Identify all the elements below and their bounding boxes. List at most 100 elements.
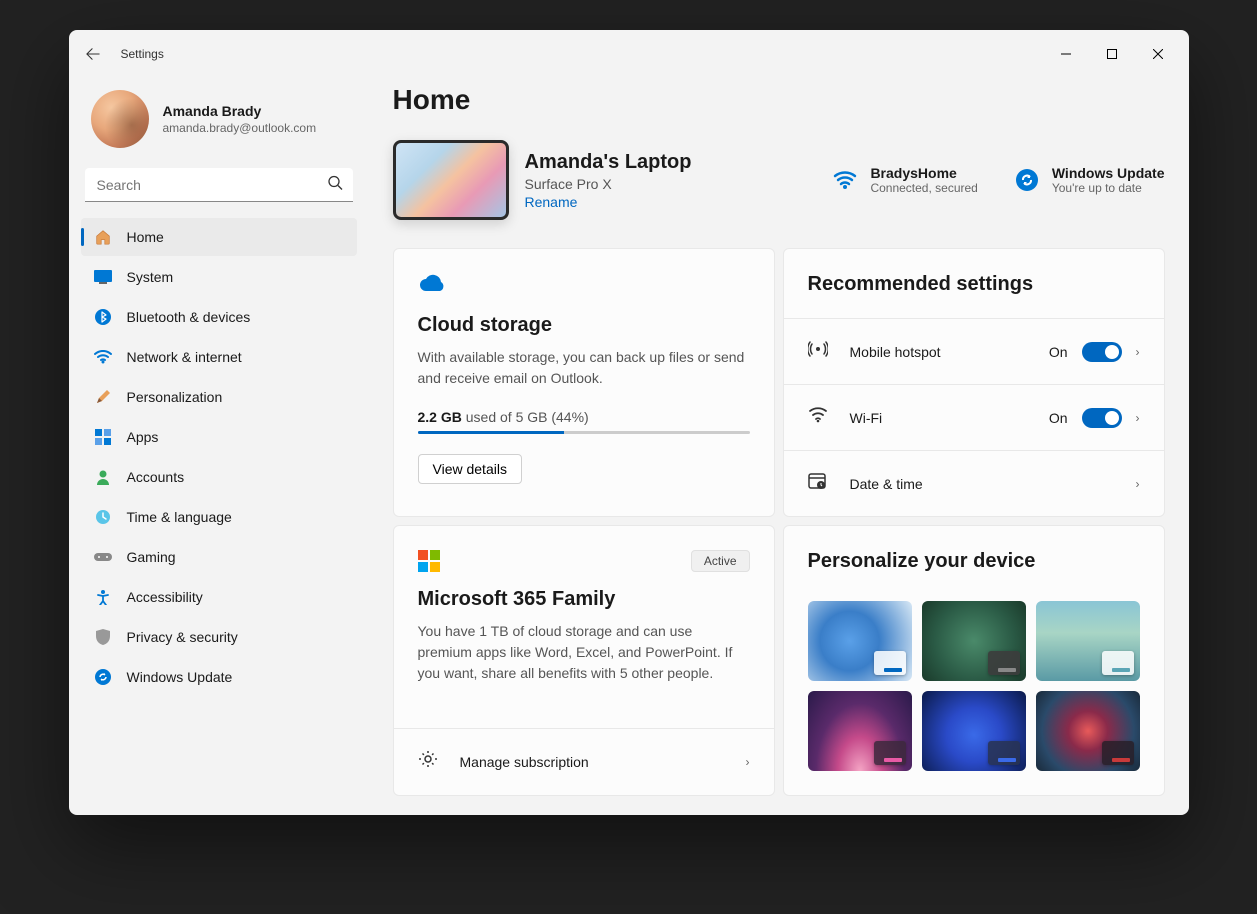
- nav-label: Gaming: [127, 549, 176, 565]
- nav-label: Accessibility: [127, 589, 203, 605]
- wifi-row[interactable]: Wi-Fi On ›: [784, 384, 1164, 450]
- accessibility-icon: [93, 587, 113, 607]
- cloud-usage: 2.2 GB used of 5 GB (44%): [418, 409, 750, 425]
- nav-privacy[interactable]: Privacy & security: [81, 618, 357, 656]
- hotspot-icon: [808, 340, 830, 363]
- chevron-right-icon: ›: [746, 755, 750, 769]
- close-button[interactable]: [1135, 38, 1181, 70]
- theme-tile[interactable]: [808, 601, 912, 681]
- device-thumbnail: [393, 140, 509, 220]
- nav-network[interactable]: Network & internet: [81, 338, 357, 376]
- update-icon: [1014, 167, 1040, 193]
- nav-label: Windows Update: [127, 669, 233, 685]
- close-icon: [1153, 49, 1163, 59]
- nav-accounts[interactable]: Accounts: [81, 458, 357, 496]
- nav-bluetooth[interactable]: Bluetooth & devices: [81, 298, 357, 336]
- personalize-card: Personalize your device: [783, 525, 1165, 796]
- view-details-button[interactable]: View details: [418, 454, 522, 484]
- main: Home Amanda's Laptop Surface Pro X Renam…: [369, 78, 1189, 815]
- wifi-icon: [808, 407, 830, 428]
- theme-tile[interactable]: [922, 691, 1026, 771]
- datetime-row[interactable]: Date & time ›: [784, 450, 1164, 516]
- device-name: Amanda's Laptop: [525, 151, 817, 174]
- m365-card: Active Microsoft 365 Family You have 1 T…: [393, 525, 775, 796]
- wifi-label: Wi-Fi: [850, 410, 883, 426]
- nav-label: Privacy & security: [127, 629, 238, 645]
- theme-tile[interactable]: [1036, 601, 1140, 681]
- profile-name: Amanda Brady: [163, 103, 317, 119]
- page-title: Home: [393, 84, 1165, 116]
- storage-bar: [418, 431, 750, 434]
- system-icon: [93, 267, 113, 287]
- wifi-sub: Connected, secured: [870, 181, 977, 195]
- nav-home[interactable]: Home: [81, 218, 357, 256]
- nav-personalization[interactable]: Personalization: [81, 378, 357, 416]
- datetime-label: Date & time: [850, 476, 923, 492]
- theme-tile[interactable]: [1036, 691, 1140, 771]
- back-button[interactable]: [77, 38, 109, 70]
- hotspot-toggle[interactable]: [1082, 342, 1122, 362]
- person-icon: [93, 467, 113, 487]
- update-icon: [93, 667, 113, 687]
- nav-gaming[interactable]: Gaming: [81, 538, 357, 576]
- microsoft-logo-icon: [418, 550, 440, 572]
- maximize-icon: [1107, 49, 1117, 59]
- nav-system[interactable]: System: [81, 258, 357, 296]
- sidebar: Amanda Brady amanda.brady@outlook.com Ho…: [69, 78, 369, 815]
- device-row: Amanda's Laptop Surface Pro X Rename Bra…: [393, 140, 1165, 220]
- nav-label: Network & internet: [127, 349, 242, 365]
- minimize-icon: [1061, 49, 1071, 59]
- chevron-right-icon: ›: [1136, 411, 1140, 425]
- on-label: On: [1049, 344, 1068, 360]
- chevron-right-icon: ›: [1136, 477, 1140, 491]
- nav: Home System Bluetooth & devices Network …: [81, 218, 357, 696]
- bluetooth-icon: [93, 307, 113, 327]
- hotspot-row[interactable]: Mobile hotspot On ›: [784, 318, 1164, 384]
- update-status[interactable]: Windows Update You're up to date: [1014, 165, 1165, 195]
- theme-tile[interactable]: [922, 601, 1026, 681]
- wifi-icon: [93, 347, 113, 367]
- cloud-icon: [418, 273, 750, 298]
- clock-icon: [93, 507, 113, 527]
- nav-accessibility[interactable]: Accessibility: [81, 578, 357, 616]
- wifi-icon: [832, 167, 858, 193]
- cloud-title: Cloud storage: [418, 314, 750, 337]
- gamepad-icon: [93, 547, 113, 567]
- arrow-left-icon: [86, 47, 100, 61]
- nav-update[interactable]: Windows Update: [81, 658, 357, 696]
- nav-label: Personalization: [127, 389, 223, 405]
- nav-apps[interactable]: Apps: [81, 418, 357, 456]
- maximize-button[interactable]: [1089, 38, 1135, 70]
- on-label: On: [1049, 410, 1068, 426]
- gear-icon: [418, 749, 440, 774]
- status-badge: Active: [691, 550, 750, 572]
- search-input[interactable]: [85, 168, 353, 202]
- nav-label: Apps: [127, 429, 159, 445]
- shield-icon: [93, 627, 113, 647]
- titlebar: Settings: [69, 30, 1189, 78]
- minimize-button[interactable]: [1043, 38, 1089, 70]
- wifi-toggle[interactable]: [1082, 408, 1122, 428]
- nav-time[interactable]: Time & language: [81, 498, 357, 536]
- device-model: Surface Pro X: [525, 176, 817, 192]
- manage-subscription-row[interactable]: Manage subscription ›: [394, 728, 774, 794]
- update-sub: You're up to date: [1052, 181, 1165, 195]
- search-box: [85, 168, 353, 202]
- wifi-status[interactable]: BradysHome Connected, secured: [832, 165, 977, 195]
- update-title: Windows Update: [1052, 165, 1165, 181]
- profile-email: amanda.brady@outlook.com: [163, 121, 317, 135]
- rename-link[interactable]: Rename: [525, 194, 817, 210]
- storage-bar-fill: [418, 431, 564, 434]
- personalize-title: Personalize your device: [808, 550, 1140, 573]
- window-controls: [1043, 38, 1181, 70]
- theme-tile[interactable]: [808, 691, 912, 771]
- profile-block[interactable]: Amanda Brady amanda.brady@outlook.com: [81, 78, 357, 168]
- nav-label: Bluetooth & devices: [127, 309, 251, 325]
- window-title: Settings: [121, 47, 164, 61]
- cloud-desc: With available storage, you can back up …: [418, 347, 750, 389]
- search-icon: [327, 175, 343, 196]
- wifi-title: BradysHome: [870, 165, 977, 181]
- recommended-title: Recommended settings: [808, 273, 1140, 296]
- calendar-icon: [808, 472, 830, 495]
- cloud-storage-card: Cloud storage With available storage, yo…: [393, 248, 775, 517]
